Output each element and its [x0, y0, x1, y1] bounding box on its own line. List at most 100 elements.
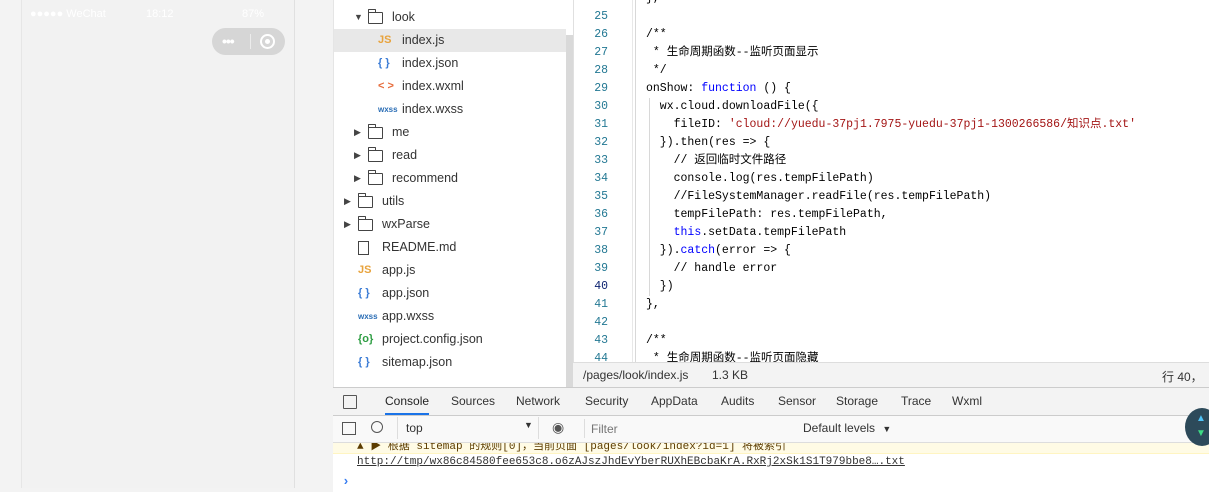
wxml-file-icon: < >: [378, 80, 394, 92]
code-line[interactable]: 38 }).catch(error => {: [574, 242, 1209, 260]
arrow-up-icon: ▲: [1196, 413, 1206, 424]
chevron-right-icon[interactable]: ▶: [354, 121, 361, 144]
line-number: 35: [594, 190, 608, 203]
tree-item-project-config-json[interactable]: {o} project.config.json: [334, 328, 566, 351]
context-select[interactable]: top ▼: [397, 417, 539, 439]
inspect-element-icon[interactable]: [343, 395, 357, 409]
code-line[interactable]: 31 fileID: 'cloud://yuedu-37pj1.7975-yue…: [574, 116, 1209, 134]
clear-console-icon[interactable]: [371, 421, 383, 433]
code-text: fileID: 'cloud://yuedu-37pj1.7975-yuedu-…: [646, 118, 1136, 131]
code-text: onShow: function () {: [646, 82, 791, 95]
tree-item-index-wxml[interactable]: < > index.wxml: [334, 75, 566, 98]
tab-trace[interactable]: Trace: [901, 388, 931, 415]
code-text: // 返回临时文件路径: [646, 154, 787, 167]
tree-item-wxparse[interactable]: ▶ wxParse: [334, 213, 566, 236]
tree-item-readme-md[interactable]: README.md: [334, 236, 566, 259]
code-line[interactable]: 44 * 生命周期函数--监听页面隐藏: [574, 350, 1209, 362]
console-link[interactable]: http://tmp/wx86c84580fee653c8.o6zAJszJhd…: [357, 456, 905, 468]
code-line[interactable]: 33 // 返回临时文件路径: [574, 152, 1209, 170]
tree-item-index-json[interactable]: { } index.json: [334, 52, 566, 75]
context-value: top: [406, 421, 423, 435]
js-file-icon: JS: [378, 34, 392, 46]
tab-audits[interactable]: Audits: [721, 388, 754, 415]
line-number: 38: [594, 244, 608, 257]
more-dots-icon[interactable]: •••: [222, 33, 246, 49]
tree-item-app-json[interactable]: { } app.json: [334, 282, 566, 305]
tree-item-label: wxParse: [382, 217, 430, 231]
tree-item-recommend[interactable]: ▶ recommend: [334, 167, 566, 190]
log-levels-value: Default levels: [803, 421, 876, 435]
line-number: 41: [594, 298, 608, 311]
code-line[interactable]: 43 /**: [574, 332, 1209, 350]
code-line[interactable]: 30 wx.cloud.downloadFile({: [574, 98, 1209, 116]
code-line[interactable]: 34 console.log(res.tempFilePath): [574, 170, 1209, 188]
chevron-right-icon[interactable]: ▶: [344, 190, 351, 213]
devtools-panel: Console Sources Network Security AppData Audi…: [333, 387, 1209, 492]
code-line[interactable]: 26 /**: [574, 26, 1209, 44]
code-text: console.log(res.tempFilePath): [646, 172, 874, 185]
code-line[interactable]: 28 */: [574, 62, 1209, 80]
chevron-right-icon[interactable]: ▶: [344, 213, 351, 236]
tree-item-app-js[interactable]: JS app.js: [334, 259, 566, 282]
capsule-menu[interactable]: •••: [212, 28, 285, 55]
tree-item-read[interactable]: ▶ read: [334, 144, 566, 167]
code-line[interactable]: 27 * 生命周期函数--监听页面显示: [574, 44, 1209, 62]
chevron-right-icon[interactable]: ▶: [354, 144, 361, 167]
tree-item-look[interactable]: ▼ look: [334, 6, 566, 29]
simulator-panel: ●●●●● WeChat 18:12 87% •••: [0, 0, 333, 491]
line-number: 33: [594, 154, 608, 167]
code-line[interactable]: 29 onShow: function () {: [574, 80, 1209, 98]
code-line[interactable]: 41},: [574, 296, 1209, 314]
code-line[interactable]: 39 // handle error: [574, 260, 1209, 278]
code-line-fragment: },: [574, 0, 1209, 8]
tab-wxml[interactable]: Wxml: [952, 388, 982, 415]
tab-console[interactable]: Console: [385, 388, 430, 415]
console-prompt[interactable]: ›: [342, 474, 350, 489]
code-line[interactable]: 32 }).then(res => {: [574, 134, 1209, 152]
code-line[interactable]: 25: [574, 8, 1209, 26]
arrow-down-icon: ▼: [1196, 428, 1206, 439]
tree-item-label: sitemap.json: [382, 355, 453, 369]
code-line[interactable]: 36 tempFilePath: res.tempFilePath,: [574, 206, 1209, 224]
file-path: /pages/look/index.js: [583, 368, 689, 382]
file-explorer: ▼ look JS index.js { } index.json < > index.wxm…: [333, 0, 574, 387]
tab-sensor[interactable]: Sensor: [778, 388, 816, 415]
tree-item-index-js[interactable]: JS index.js: [334, 29, 566, 52]
code-text: //FileSystemManager.readFile(res.tempFil…: [646, 190, 992, 203]
tab-sources[interactable]: Sources: [451, 388, 495, 415]
line-number: 39: [594, 262, 608, 275]
code-line[interactable]: 35 //FileSystemManager.readFile(res.temp…: [574, 188, 1209, 206]
tree-item-me[interactable]: ▶ me: [334, 121, 566, 144]
tab-network[interactable]: Network: [516, 388, 560, 415]
filter-input[interactable]: [584, 419, 793, 438]
code-text: * 生命周期函数--监听页面显示: [646, 46, 819, 59]
folder-icon: [368, 9, 383, 24]
line-number: 42: [594, 316, 608, 329]
code-line[interactable]: 37 this.setData.tempFilePath: [574, 224, 1209, 242]
chevron-right-icon[interactable]: ▶: [354, 167, 361, 190]
eye-icon[interactable]: ◉: [552, 419, 564, 436]
tree-item-utils[interactable]: ▶ utils: [334, 190, 566, 213]
json-file-icon: { }: [378, 57, 390, 69]
code-editor[interactable]: }, 25 26/**27 * 生命周期函数--监听页面显示28 */29onSh…: [573, 0, 1209, 362]
tab-security[interactable]: Security: [585, 388, 628, 415]
tree-item-app-wxss[interactable]: wxss app.wxss: [334, 305, 566, 328]
code-text: },: [646, 298, 660, 311]
tab-storage[interactable]: Storage: [836, 388, 878, 415]
document-icon: [358, 241, 369, 255]
tree-item-label: read: [392, 148, 418, 162]
devtools-tabbar: Console Sources Network Security AppData Audi…: [333, 388, 1209, 416]
code-line[interactable]: 40 }): [574, 278, 1209, 296]
editor-status-bar: /pages/look/index.js 1.3 KB 行 40，列: [573, 362, 1209, 401]
log-levels-select[interactable]: Default levels ▼: [803, 421, 891, 435]
tree-item-label: index.js: [402, 33, 445, 47]
tree-item-sitemap-json[interactable]: { } sitemap.json: [334, 351, 566, 374]
code-line[interactable]: 42: [574, 314, 1209, 332]
chevron-down-icon[interactable]: ▼: [354, 6, 363, 29]
tree-item-label: app.wxss: [382, 309, 435, 323]
line-number: 25: [594, 10, 608, 23]
sidebar-toggle-icon[interactable]: [342, 422, 356, 435]
tab-appdata[interactable]: AppData: [651, 388, 698, 415]
tree-item-index-wxss[interactable]: wxss index.wxss: [334, 98, 566, 121]
close-target-icon[interactable]: [260, 34, 275, 49]
